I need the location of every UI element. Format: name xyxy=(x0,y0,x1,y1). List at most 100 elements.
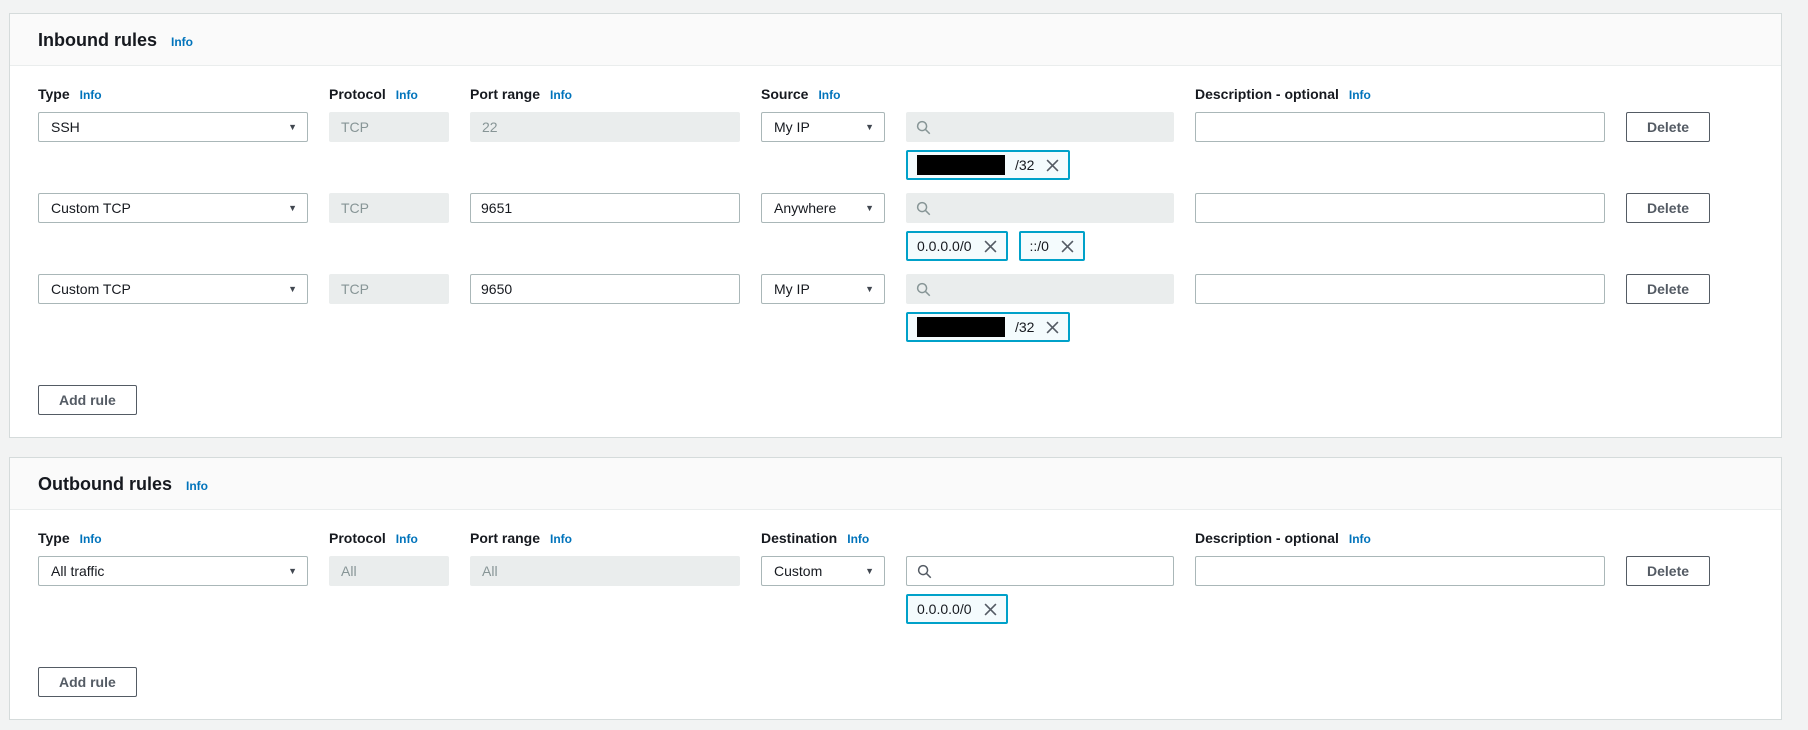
column-header-protocol: Protocol Info xyxy=(329,530,449,546)
chevron-down-icon: ▼ xyxy=(288,123,297,132)
port-range-column-label: Port range xyxy=(470,530,540,546)
protocol-info-link[interactable]: Info xyxy=(396,532,418,546)
port-range-input[interactable] xyxy=(470,274,740,304)
cidr-tag: 0.0.0.0/0 xyxy=(906,594,1008,624)
destination-search-box xyxy=(906,556,1174,586)
column-header-port-range: Port range Info xyxy=(470,86,740,102)
port-range-field: 22 xyxy=(470,112,740,142)
delete-button[interactable]: Delete xyxy=(1626,193,1710,223)
outbound-rules-panel: Outbound rules Info Type Info Protocol I… xyxy=(9,457,1782,720)
source-search-input xyxy=(906,193,1174,223)
description-input[interactable] xyxy=(1195,274,1605,304)
type-select-value: All traffic xyxy=(51,563,104,579)
type-select-value: Custom TCP xyxy=(51,200,131,216)
protocol-info-link[interactable]: Info xyxy=(396,88,418,102)
column-header-type: Type Info xyxy=(38,86,308,102)
source-select-value: My IP xyxy=(774,119,810,135)
remove-tag-icon[interactable] xyxy=(1061,240,1074,253)
search-icon xyxy=(917,564,932,579)
inbound-rules-title: Inbound rules xyxy=(38,30,157,51)
outbound-rule-row-1: All traffic ▼ All All Custom ▼ Delete xyxy=(38,556,1753,624)
protocol-field: TCP xyxy=(329,274,449,304)
source-cidr-tags: /32 xyxy=(906,150,1174,180)
remove-tag-icon[interactable] xyxy=(984,603,997,616)
type-select[interactable]: Custom TCP ▼ xyxy=(38,193,308,223)
cidr-tag: 0.0.0.0/0 xyxy=(906,231,1008,261)
source-column-label: Source xyxy=(761,86,808,102)
cidr-tag-label: 0.0.0.0/0 xyxy=(917,601,972,617)
port-range-input[interactable] xyxy=(470,193,740,223)
source-search-input xyxy=(906,274,1174,304)
delete-button[interactable]: Delete xyxy=(1626,274,1710,304)
column-header-type: Type Info xyxy=(38,530,308,546)
description-info-link[interactable]: Info xyxy=(1349,88,1371,102)
outbound-rules-header: Outbound rules Info xyxy=(10,458,1781,510)
column-header-description: Description - optional Info xyxy=(1195,86,1605,102)
port-range-info-link[interactable]: Info xyxy=(550,532,572,546)
outbound-column-headers: Type Info Protocol Info Port range Info … xyxy=(38,530,1753,546)
cidr-tag-label: ::/0 xyxy=(1030,238,1049,254)
type-column-label: Type xyxy=(38,530,70,546)
delete-button[interactable]: Delete xyxy=(1626,112,1710,142)
destination-search-input[interactable] xyxy=(941,562,1163,580)
chevron-down-icon: ▼ xyxy=(865,567,874,576)
type-info-link[interactable]: Info xyxy=(80,532,102,546)
type-select[interactable]: Custom TCP ▼ xyxy=(38,274,308,304)
type-info-link[interactable]: Info xyxy=(80,88,102,102)
source-select[interactable]: My IP ▼ xyxy=(761,112,885,142)
destination-select[interactable]: Custom ▼ xyxy=(761,556,885,586)
outbound-rules-info-link[interactable]: Info xyxy=(186,479,208,493)
remove-tag-icon[interactable] xyxy=(1046,159,1059,172)
source-search-input xyxy=(906,112,1174,142)
cidr-tag: ::/0 xyxy=(1019,231,1085,261)
source-info-link[interactable]: Info xyxy=(818,88,840,102)
type-select[interactable]: All traffic ▼ xyxy=(38,556,308,586)
add-rule-button[interactable]: Add rule xyxy=(38,667,137,697)
inbound-rules-panel: Inbound rules Info Type Info Protocol In… xyxy=(9,13,1782,438)
type-column-label: Type xyxy=(38,86,70,102)
remove-tag-icon[interactable] xyxy=(1046,321,1059,334)
protocol-field: All xyxy=(329,556,449,586)
inbound-rule-row-3: Custom TCP ▼ TCP My IP ▼ Delete xyxy=(38,274,1753,342)
search-icon xyxy=(916,201,931,216)
cidr-tag: /32 xyxy=(906,312,1070,342)
description-column-label: Description - optional xyxy=(1195,530,1339,546)
description-info-link[interactable]: Info xyxy=(1349,532,1371,546)
page: Inbound rules Info Type Info Protocol In… xyxy=(0,0,1808,730)
outbound-rules-body: Type Info Protocol Info Port range Info … xyxy=(10,510,1781,719)
inbound-rules-header: Inbound rules Info xyxy=(10,14,1781,66)
type-select[interactable]: SSH ▼ xyxy=(38,112,308,142)
destination-info-link[interactable]: Info xyxy=(847,532,869,546)
protocol-field: TCP xyxy=(329,193,449,223)
column-header-protocol: Protocol Info xyxy=(329,86,449,102)
protocol-column-label: Protocol xyxy=(329,86,386,102)
column-header-port-range: Port range Info xyxy=(470,530,740,546)
source-select[interactable]: Anywhere ▼ xyxy=(761,193,885,223)
add-rule-button[interactable]: Add rule xyxy=(38,385,137,415)
chevron-down-icon: ▼ xyxy=(288,285,297,294)
inbound-rules-info-link[interactable]: Info xyxy=(171,35,193,49)
description-input[interactable] xyxy=(1195,112,1605,142)
description-input[interactable] xyxy=(1195,556,1605,586)
source-cidr-tags: 0.0.0.0/0 ::/0 xyxy=(906,231,1174,261)
cidr-tag-label: /32 xyxy=(1015,157,1034,173)
remove-tag-icon[interactable] xyxy=(984,240,997,253)
source-select[interactable]: My IP ▼ xyxy=(761,274,885,304)
inbound-rule-row-2: Custom TCP ▼ TCP Anywhere ▼ Delete xyxy=(38,193,1753,261)
description-input[interactable] xyxy=(1195,193,1605,223)
column-header-description: Description - optional Info xyxy=(1195,530,1605,546)
delete-button[interactable]: Delete xyxy=(1626,556,1710,586)
inbound-rule-row-1: SSH ▼ TCP 22 My IP ▼ Delete xyxy=(38,112,1753,180)
column-header-source: Source Info xyxy=(761,86,885,102)
cidr-tag-label: 0.0.0.0/0 xyxy=(917,238,972,254)
destination-column-label: Destination xyxy=(761,530,837,546)
search-icon xyxy=(916,282,931,297)
protocol-column-label: Protocol xyxy=(329,530,386,546)
port-range-column-label: Port range xyxy=(470,86,540,102)
column-header-destination: Destination Info xyxy=(761,530,885,546)
cidr-tag-label: /32 xyxy=(1015,319,1034,335)
type-select-value: SSH xyxy=(51,119,80,135)
protocol-field: TCP xyxy=(329,112,449,142)
port-range-info-link[interactable]: Info xyxy=(550,88,572,102)
port-range-field: All xyxy=(470,556,740,586)
